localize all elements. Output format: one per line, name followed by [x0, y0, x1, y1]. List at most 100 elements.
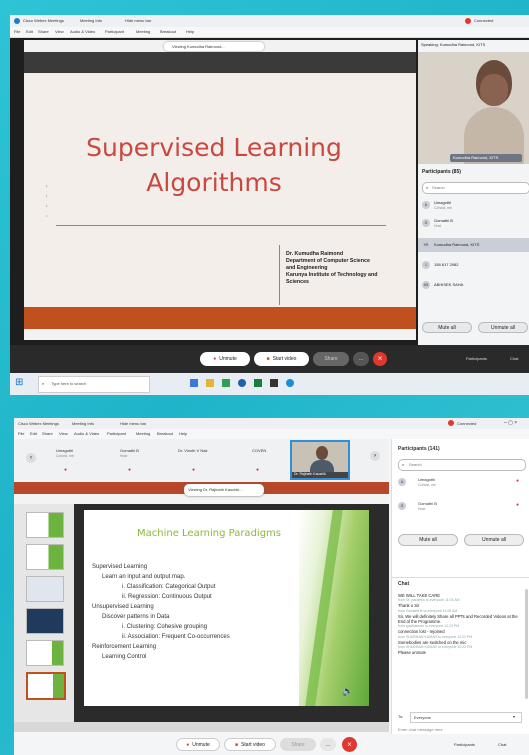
unmute-all-button[interactable]: Unmute all — [478, 322, 528, 333]
participant-row[interactable]: U Umagothi Cohost, me — [422, 198, 528, 214]
slide-thumbnail[interactable] — [26, 608, 64, 634]
menu-bar: File Edit Share View Audio & Video Parti… — [14, 429, 529, 439]
menu-breakout[interactable]: Breakout — [160, 30, 176, 34]
slide-title-line-1: Supervised Learning — [86, 133, 342, 162]
taskbar-app-icon[interactable] — [206, 379, 214, 387]
unmute-button[interactable]: ● Unmute — [176, 738, 220, 751]
slide-line: ii. Regression: Continuous Output — [122, 594, 212, 600]
menu-meeting[interactable]: Meeting — [136, 432, 150, 436]
mute-all-button[interactable]: Mute all — [398, 534, 458, 546]
windows-start-icon[interactable]: ⊞ — [15, 378, 25, 388]
slide-thumbnail[interactable] — [26, 512, 64, 538]
share-button[interactable]: Share — [313, 352, 349, 366]
active-speaker-video[interactable]: Dr. Rajinath Kaushik — [290, 440, 350, 480]
taskbar-app-icon[interactable] — [190, 379, 198, 387]
slide-thumbnail[interactable] — [26, 640, 64, 666]
taskbar-search-placeholder: Type here to search — [51, 381, 87, 386]
participants-button[interactable]: Participants — [466, 357, 487, 361]
taskbar-app-icon[interactable] — [222, 379, 230, 387]
menu-file[interactable]: File — [18, 432, 24, 436]
participants-search[interactable]: ⌕ Search — [422, 182, 529, 194]
menu-audio-video[interactable]: Audio & Video — [70, 30, 95, 34]
menu-help[interactable]: Help — [179, 432, 187, 436]
thumbnail-pane — [14, 504, 74, 722]
menu-breakout[interactable]: Breakout — [157, 432, 173, 436]
connection-status: Connected — [457, 421, 477, 426]
participant-row[interactable]: AS ABHISEK SAHA — [422, 278, 528, 292]
presenter-inst-1: Karunya Institute of Technology and — [286, 272, 378, 278]
slide-thumbnail-selected[interactable] — [26, 672, 66, 700]
hide-menu-bar-button[interactable]: Hide menu bar — [125, 19, 151, 23]
menu-share[interactable]: Share — [38, 30, 49, 34]
menu-edit[interactable]: Edit — [26, 30, 33, 34]
menu-share[interactable]: Share — [42, 432, 53, 436]
chat-input[interactable]: Enter chat message here — [398, 726, 524, 734]
strip-tile[interactable]: Dr. Vinoth V Nair ● — [174, 443, 224, 477]
chat-recipient-select[interactable]: Everyone ▾ — [410, 712, 522, 723]
taskbar-search[interactable]: ⌕ Type here to search — [38, 376, 150, 393]
strip-tile[interactable]: Gomathi B Host ● — [110, 443, 160, 477]
title-bar: Cisco Webex Meetings Meeting Info Hide m… — [14, 418, 529, 429]
chat-scrollbar[interactable] — [525, 589, 528, 699]
mute-all-button[interactable]: Mute all — [422, 322, 472, 333]
unmute-button[interactable]: ● Unmute — [200, 352, 250, 366]
chat-button[interactable]: Chat — [498, 743, 506, 747]
hide-menu-bar-button[interactable]: Hide menu bar — [120, 422, 146, 426]
chevron-left-icon[interactable]: ‹ — [26, 453, 36, 463]
menu-participant[interactable]: Participant — [105, 30, 124, 34]
participants-search[interactable]: ⌕ Search — [398, 459, 526, 471]
connection-status: Connected — [474, 18, 494, 23]
participant-row[interactable]: G Gomathi B Host — [422, 216, 528, 232]
leave-meeting-button[interactable]: × — [373, 352, 387, 366]
slide-divider — [56, 225, 386, 226]
taskbar-app-icon[interactable] — [238, 379, 246, 387]
meeting-info-button[interactable]: Meeting Info — [80, 19, 102, 23]
participant-row[interactable]: 1 158 617 2982 — [422, 258, 528, 272]
viewing-label: Viewing Kumudha Raimond... — [172, 44, 225, 49]
participant-name: Umagothi — [434, 200, 452, 205]
menu-help[interactable]: Help — [186, 30, 194, 34]
chat-to-label: To: — [398, 714, 404, 719]
participants-header[interactable]: Participants (141) — [398, 447, 440, 452]
menu-view[interactable]: View — [59, 432, 68, 436]
taskbar-app-icon[interactable] — [286, 379, 294, 387]
chat-header[interactable]: Chat — [398, 582, 409, 587]
participants-button[interactable]: Participants — [454, 743, 475, 747]
menu-participant[interactable]: Participant — [107, 432, 126, 436]
slide-thumbnail[interactable] — [26, 544, 64, 570]
participant-row[interactable]: G Gomathi B Host ● — [398, 499, 524, 515]
chevron-right-icon[interactable]: › — [370, 451, 380, 461]
more-options-button[interactable]: … — [353, 352, 369, 366]
unmute-all-button[interactable]: Unmute all — [464, 534, 524, 546]
start-video-button[interactable]: ■ Start video — [254, 352, 309, 366]
slide-thumbnail[interactable] — [26, 576, 64, 602]
meeting-info-button[interactable]: Meeting Info — [72, 422, 94, 426]
menu-view[interactable]: View — [55, 30, 64, 34]
avatar: AS — [422, 281, 430, 289]
participant-row[interactable]: KR Kumudha Raimond, KITS — [418, 238, 529, 252]
window-controls[interactable]: – ▢ × — [504, 421, 517, 426]
taskbar-app-icon[interactable] — [254, 379, 262, 387]
menu-edit[interactable]: Edit — [30, 432, 37, 436]
avatar: G — [398, 502, 406, 510]
participants-header[interactable]: Participants (85) — [422, 170, 461, 175]
participant-row[interactable]: U Umagothi Cohost, me ● — [398, 475, 524, 491]
strip-tile[interactable]: Umagothi Cohost, me ● — [46, 443, 96, 477]
leave-meeting-button[interactable]: × — [342, 737, 357, 752]
strip-tile[interactable]: COVEN ● — [238, 443, 288, 477]
chevron-down-icon: ▾ — [513, 714, 516, 719]
webex-window-top: Cisco Webex Meetings Meeting Info Hide m… — [10, 15, 529, 395]
menu-file[interactable]: File — [14, 30, 20, 34]
strip-name: Dr. Vinoth V Nair — [178, 448, 208, 453]
chat-button[interactable]: Chat — [510, 357, 518, 361]
share-button[interactable]: Share — [280, 738, 316, 751]
title-bar: Cisco Webex Meetings Meeting Info Hide m… — [10, 15, 529, 27]
more-options-button[interactable]: … — [320, 738, 336, 751]
menu-meeting[interactable]: Meeting — [136, 30, 150, 34]
start-video-button[interactable]: ■ Start video — [224, 738, 276, 751]
slide-body: Supervised Learning Learn an input and o… — [92, 562, 302, 662]
avatar: KR — [422, 241, 430, 249]
taskbar-app-icon[interactable] — [270, 379, 278, 387]
menu-audio-video[interactable]: Audio & Video — [74, 432, 99, 436]
strip-name: Umagothi — [56, 448, 74, 453]
